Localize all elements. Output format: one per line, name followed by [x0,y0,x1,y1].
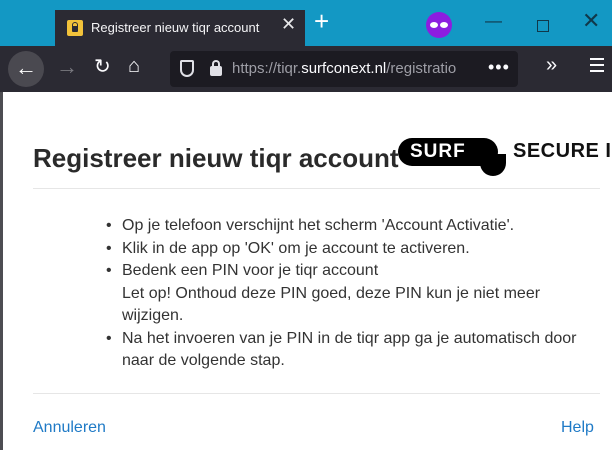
close-icon[interactable]: ✕ [281,15,296,33]
shield-icon[interactable] [180,60,194,77]
instruction-list: Op je telefoon verschijnt het scherm 'Ac… [104,215,584,373]
private-browsing-icon [426,12,452,38]
home-icon[interactable]: ⌂ [128,56,140,76]
maximize-icon[interactable] [537,20,549,32]
back-icon[interactable]: ← [8,51,44,87]
cancel-link[interactable]: Annuleren [33,419,106,437]
navigation-toolbar: ← → ↻ ⌂ https://tiqr.surfconext.nl/regis… [0,46,612,92]
forward-icon[interactable]: → [56,56,78,78]
instruction-text: Op je telefoon verschijnt het scherm 'Ac… [122,217,515,234]
title-bar: Registreer nieuw tiqr account ✕ + — ✕ [0,0,612,46]
more-icon[interactable]: ••• [488,57,510,78]
help-link[interactable]: Help [561,419,594,437]
list-item: Op je telefoon verschijnt het scherm 'Ac… [104,215,584,238]
tab-title: Registreer nieuw tiqr account [91,20,260,35]
page-title: Registreer nieuw tiqr account [33,143,399,173]
pin-warning: Let op! Onthoud deze PIN goed, deze PIN … [122,284,541,325]
url-domain: surfconext.nl [301,60,387,77]
list-item: Klik in de app op 'OK' om je account te … [104,238,584,261]
footer-divider [33,393,600,394]
list-item: Bedenk een PIN voor je tiqr account Let o… [104,260,584,328]
logo-surf: SURF [398,138,506,176]
url-suffix: /registratio [386,60,457,77]
url-prefix: https://tiqr. [232,60,302,77]
active-tab[interactable]: Registreer nieuw tiqr account ✕ [55,10,305,46]
lock-icon [67,20,83,36]
plus-icon[interactable]: + [314,8,329,34]
url-text[interactable]: https://tiqr.surfconext.nl/registratio [232,60,486,77]
logo-secure-id: SECURE ID [513,140,612,162]
page-content: Registreer nieuw tiqr account SURF SECUR… [0,92,612,450]
minimize-icon[interactable]: — [485,12,502,29]
header-divider [33,188,600,189]
address-bar[interactable]: https://tiqr.surfconext.nl/registratio •… [170,51,518,87]
instruction-text: Bedenk een PIN voor je tiqr account [122,262,379,279]
list-item: Na het invoeren van je PIN in de tiqr ap… [104,328,584,373]
overflow-icon[interactable]: » [546,55,557,75]
padlock-icon[interactable] [210,60,222,76]
close-window-icon[interactable]: ✕ [582,10,600,32]
menu-icon[interactable] [590,58,604,60]
instruction-text: Na het invoeren van je PIN in de tiqr ap… [122,329,577,370]
reload-icon[interactable]: ↻ [94,57,111,77]
surf-secure-id-logo: SURF SECURE ID [398,128,612,176]
instruction-text: Klik in de app op 'OK' om je account te … [122,239,470,257]
